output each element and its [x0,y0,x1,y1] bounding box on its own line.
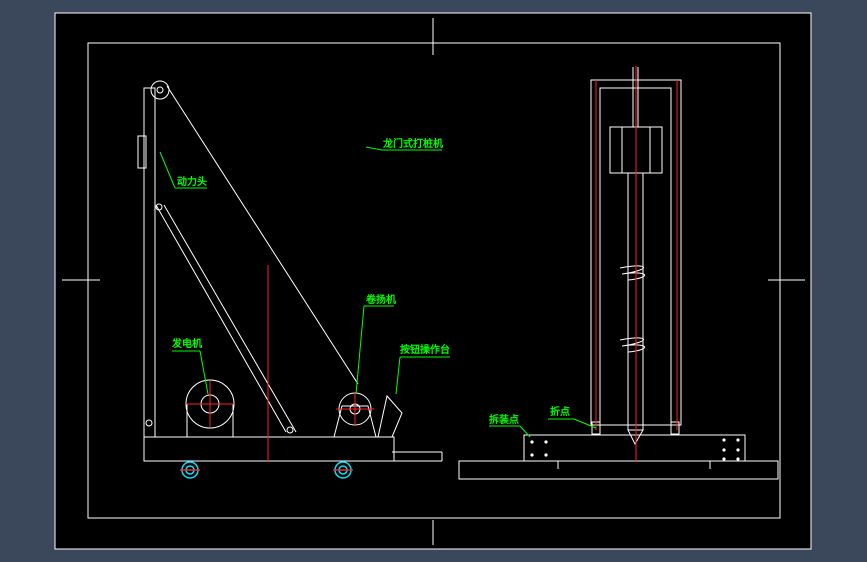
drawing-canvas: 龙门式打桩机 动力头 卷扬机 发电机 按钮操作台 拆装点 折点 [54,12,812,550]
label-console: 按钮操作台 [400,343,450,356]
label-motor: 发电机 [171,337,202,350]
cad-viewport: 龙门式打桩机 动力头 卷扬机 发电机 按钮操作台 拆装点 折点 [0,0,867,562]
label-title: 龙门式打桩机 [382,137,443,150]
label-winch: 卷扬机 [365,293,396,306]
label-pivot-point: 折点 [550,405,570,418]
label-dismount-point: 拆装点 [489,413,519,426]
label-power-head: 动力头 [177,175,207,188]
